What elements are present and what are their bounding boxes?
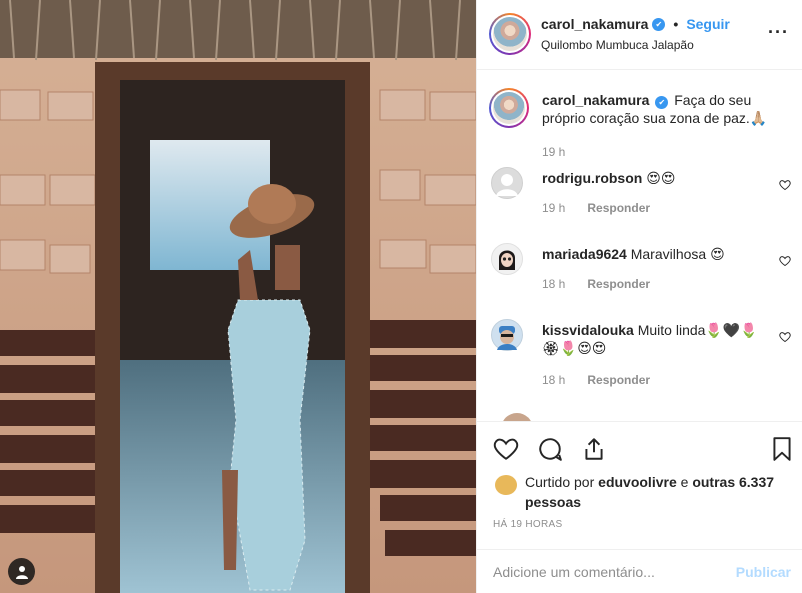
- caption-time[interactable]: 19 h: [542, 145, 565, 159]
- likes-text: Curtido por eduvoolivre e outras 6.337 p…: [525, 472, 785, 512]
- verified-badge-icon: ✔: [652, 17, 666, 31]
- comment-meta: 19 h Responder: [542, 201, 650, 215]
- comment-body: kissvidalouka Muito linda🌷🖤🌷🏵🌷😍😍: [542, 321, 772, 357]
- comment-text: Maravilhosa 😍: [630, 246, 725, 262]
- comment-item: rodrigu.robson 😍😍 19 h Responder: [491, 167, 791, 227]
- post-side-panel: carol_nakamura ✔ • Seguir Quilombo Mumbu…: [476, 0, 802, 593]
- comment-meta: 18 h Responder: [542, 373, 650, 387]
- comment-time[interactable]: 18 h: [542, 277, 565, 291]
- comment-item: mariada9624 Maravilhosa 😍 18 h Responder: [491, 243, 791, 303]
- reply-button[interactable]: Responder: [587, 277, 650, 291]
- header-avatar[interactable]: [489, 13, 531, 55]
- likes-middle: e: [680, 474, 689, 490]
- publish-button[interactable]: Publicar: [736, 564, 791, 580]
- post-header: carol_nakamura ✔ • Seguir Quilombo Mumbu…: [477, 0, 802, 70]
- caption-avatar[interactable]: [489, 88, 529, 128]
- avatar[interactable]: [491, 319, 523, 351]
- verified-badge-icon: ✔: [655, 96, 669, 109]
- caption-username[interactable]: carol_nakamura: [542, 92, 649, 108]
- user-tag-icon[interactable]: [8, 558, 35, 585]
- comments-list[interactable]: carol_nakamura ✔ Faça do seu próprio cor…: [477, 71, 802, 421]
- comment-meta: 18 h Responder: [542, 277, 650, 291]
- comment-input[interactable]: Adicione um comentário...: [493, 564, 655, 580]
- bookmark-icon[interactable]: [769, 436, 795, 462]
- heart-icon[interactable]: [779, 179, 791, 191]
- avatar[interactable]: [491, 243, 523, 275]
- follow-button[interactable]: Seguir: [686, 16, 730, 32]
- avatar[interactable]: [501, 413, 533, 421]
- comment-text: 😍😍: [646, 170, 676, 186]
- post-photo-image: [0, 0, 476, 593]
- liker-avatar[interactable]: [495, 475, 517, 495]
- comment-body: rodrigu.robson 😍😍: [542, 169, 772, 187]
- reply-button[interactable]: Responder: [587, 373, 650, 387]
- heart-icon[interactable]: [779, 255, 791, 267]
- caption-body: carol_nakamura ✔ Faça do seu próprio cor…: [542, 91, 772, 127]
- share-icon[interactable]: [581, 436, 607, 462]
- comment-time[interactable]: 18 h: [542, 373, 565, 387]
- reply-button[interactable]: Responder: [587, 201, 650, 215]
- comment-icon[interactable]: [537, 436, 563, 462]
- likes-prefix: Curtido por: [525, 474, 595, 490]
- comment-username[interactable]: rodrigu.robson: [542, 170, 642, 186]
- heart-icon[interactable]: [779, 331, 791, 343]
- caption-meta: 19 h: [542, 145, 565, 159]
- post-actions: Curtido por eduvoolivre e outras 6.337 p…: [477, 421, 802, 551]
- post-timestamp[interactable]: HÁ 19 HORAS: [493, 519, 562, 530]
- liker-username[interactable]: eduvoolivre: [598, 474, 677, 490]
- header-user-line: carol_nakamura ✔ • Seguir: [541, 16, 730, 32]
- heart-icon[interactable]: [493, 436, 519, 462]
- comment-item: kissvidalouka Muito linda🌷🖤🌷🏵🌷😍😍 18 h Re…: [491, 319, 791, 399]
- comment-body: mariada9624 Maravilhosa 😍: [542, 245, 772, 263]
- comment-composer: Adicione um comentário... Publicar: [477, 549, 802, 593]
- location-link[interactable]: Quilombo Mumbuca Jalapão: [541, 38, 694, 52]
- avatar[interactable]: [491, 167, 523, 199]
- separator-dot: •: [673, 16, 679, 32]
- post-photo[interactable]: [0, 0, 476, 593]
- comment-username[interactable]: mariada9624: [542, 246, 627, 262]
- comment-username[interactable]: kissvidalouka: [542, 322, 634, 338]
- more-options-icon[interactable]: ···: [768, 22, 789, 43]
- header-username[interactable]: carol_nakamura: [541, 16, 648, 32]
- comment-time[interactable]: 19 h: [542, 201, 565, 215]
